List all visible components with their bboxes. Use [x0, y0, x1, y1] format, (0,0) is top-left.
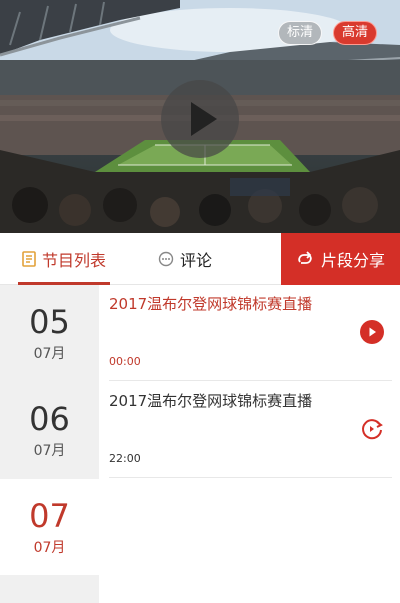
program-list: 2017温布尔登网球锦标赛直播 00:00 2017温布尔登网球锦标赛直播 22… [99, 285, 400, 603]
chat-bubble-icon [158, 251, 174, 267]
clip-share-button[interactable]: 片段分享 [281, 233, 400, 285]
program-time: 00:00 [109, 355, 141, 368]
date-item[interactable]: 05 07月 [0, 285, 99, 381]
clip-share-label: 片段分享 [320, 251, 385, 270]
program-time: 22:00 [109, 452, 141, 465]
date-list: 05 07月 06 07月 07 07月 [0, 285, 99, 603]
date-item-active[interactable]: 07 07月 [0, 479, 99, 575]
replay-icon[interactable] [359, 416, 385, 442]
program-title: 2017温布尔登网球锦标赛直播 [109, 392, 313, 410]
date-month: 07月 [33, 443, 66, 459]
date-day: 06 [29, 400, 70, 438]
video-player[interactable]: 标清 高清 [0, 0, 400, 233]
tab-programs[interactable]: 节目列表 [18, 233, 118, 285]
program-item[interactable]: 2017温布尔登网球锦标赛直播 00:00 [109, 285, 392, 381]
date-month: 07月 [33, 346, 66, 362]
tab-comments-label: 评论 [180, 251, 213, 270]
date-day: 07 [29, 497, 70, 535]
tab-programs-label: 节目列表 [42, 251, 107, 270]
program-item[interactable]: 2017温布尔登网球锦标赛直播 22:00 [109, 382, 392, 478]
play-button[interactable] [161, 80, 239, 158]
quality-sd-button[interactable]: 标清 [278, 21, 323, 45]
quality-hd-button[interactable]: 高清 [333, 21, 378, 45]
date-month: 07月 [33, 540, 66, 556]
tab-comments[interactable]: 评论 [158, 233, 212, 285]
play-icon [191, 102, 217, 136]
document-icon [22, 251, 36, 267]
play-circle-icon[interactable] [359, 319, 385, 345]
program-title: 2017温布尔登网球锦标赛直播 [109, 295, 313, 313]
date-item[interactable]: 06 07月 [0, 382, 99, 478]
share-icon [296, 250, 314, 268]
tab-bar: 节目列表 评论 片段分享 [0, 233, 400, 285]
date-day: 05 [29, 303, 70, 341]
